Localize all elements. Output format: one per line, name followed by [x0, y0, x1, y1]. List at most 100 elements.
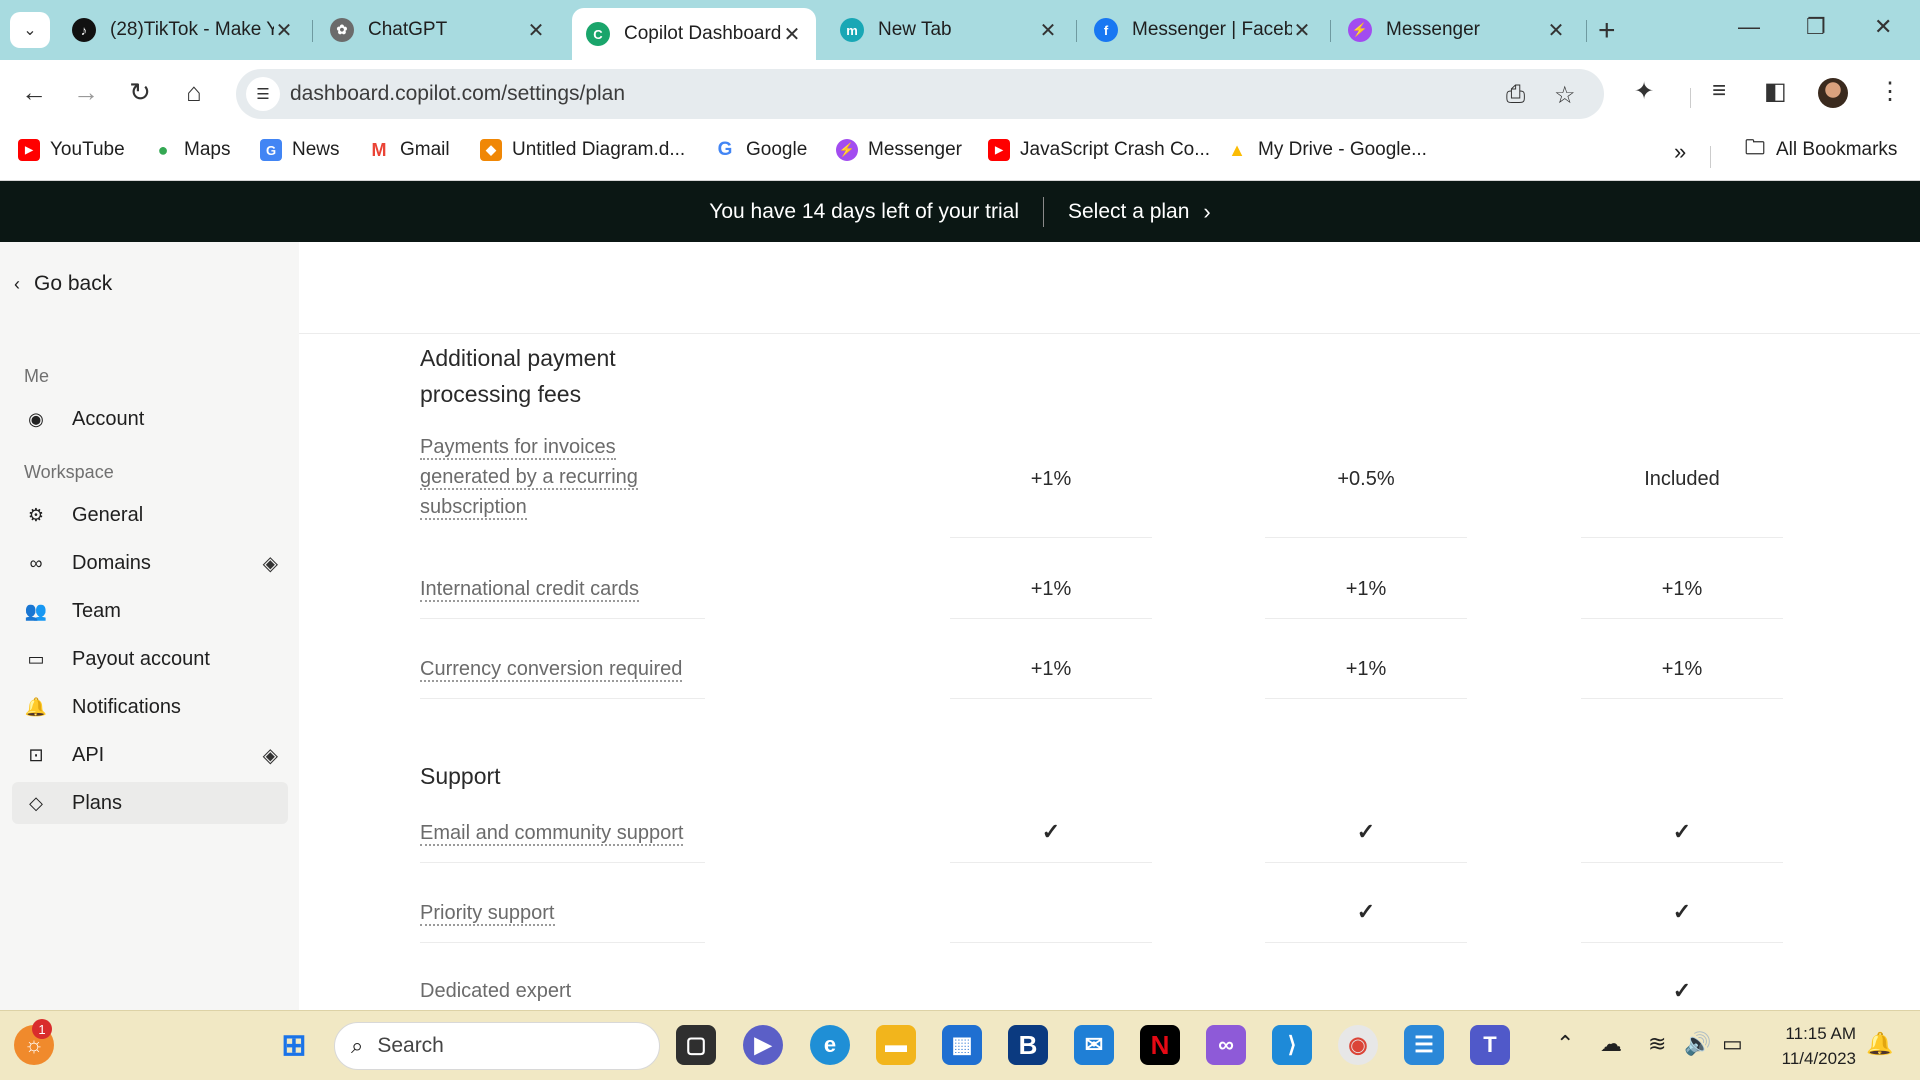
home-icon[interactable]: ⌂ — [176, 74, 212, 110]
bookmark-gmail[interactable]: M Gmail — [368, 139, 450, 161]
file-explorer-icon[interactable]: ▬ — [876, 1025, 916, 1065]
notifications-bell-icon[interactable]: 🔔 — [1866, 1031, 1893, 1057]
back-arrow-icon[interactable]: ← — [16, 74, 52, 110]
netflix-icon[interactable]: N — [1140, 1025, 1180, 1065]
cell-currency-plan-2: +1% — [1345, 658, 1387, 680]
volume-icon[interactable]: 🔊 — [1684, 1031, 1711, 1057]
new-tab-plus-icon[interactable]: + — [1598, 14, 1616, 48]
plans-comparison-main: Additional payment processing fees Payme… — [299, 242, 1920, 1010]
teams-icon[interactable]: T — [1470, 1025, 1510, 1065]
close-icon[interactable]: ✕ — [1292, 18, 1312, 43]
sidebar-item-account[interactable]: ◉ Account — [12, 398, 288, 440]
row-label-priority-support[interactable]: Priority support — [420, 898, 555, 928]
minimize-icon[interactable]: — — [1738, 14, 1760, 40]
close-icon[interactable]: ✕ — [526, 18, 546, 43]
cell-international-plan-3: +1% — [1661, 578, 1703, 600]
youtube-icon: ▶ — [18, 139, 40, 161]
row-label-currency-conversion[interactable]: Currency conversion required — [420, 654, 683, 684]
link-icon: ∞ — [29, 552, 43, 573]
bookmark-news[interactable]: G News — [260, 139, 340, 161]
more-bookmarks-chevron-icon[interactable]: » — [1674, 139, 1686, 165]
microsoft-store-icon[interactable]: ▦ — [942, 1025, 982, 1065]
bookmark-drawio[interactable]: ◆ Untitled Diagram.d... — [480, 139, 685, 161]
taskbar-clock[interactable]: 11:15 AM 11/4/2023 — [1770, 1021, 1856, 1071]
sidebar-item-domains[interactable]: ∞ Domains ◈ — [12, 542, 288, 584]
profile-avatar[interactable] — [1818, 78, 1848, 108]
address-bar[interactable]: ☰ dashboard.copilot.com/settings/plan ⎙ … — [236, 69, 1604, 119]
onedrive-cloud-icon[interactable]: ☁ — [1600, 1031, 1622, 1057]
sidebar-item-general[interactable]: ⚙ General — [12, 494, 288, 536]
sidebar-item-payout-account[interactable]: ▭ Payout account — [12, 638, 288, 680]
row-label-international-cards[interactable]: International credit cards — [420, 574, 640, 604]
chrome-icon[interactable]: ◉ — [1338, 1025, 1378, 1065]
bookmark-maps[interactable]: ● Maps — [152, 139, 231, 161]
bookmark-javascript-crash-course[interactable]: ▶ JavaScript Crash Co... — [988, 139, 1210, 161]
close-icon[interactable]: ✕ — [274, 18, 294, 43]
drawio-icon: ◆ — [480, 139, 502, 161]
check-icon: ✓ — [1041, 819, 1061, 844]
windows-start-icon[interactable]: ⊞ — [274, 1025, 314, 1065]
all-bookmarks[interactable]: 🗀 All Bookmarks — [1744, 137, 1897, 161]
tab-tiktok[interactable]: ♪ (28)TikTok - Make Your Day ✕ — [58, 10, 308, 50]
install-app-icon[interactable]: ⎙ — [1506, 81, 1525, 109]
browser-toolbar: ← → ↻ ⌂ ☰ dashboard.copilot.com/settings… — [0, 60, 1920, 126]
notepad-icon[interactable]: ☰ — [1404, 1025, 1444, 1065]
vscode-icon[interactable]: ⟩ — [1272, 1025, 1312, 1065]
row-label-email-support[interactable]: Email and community support — [420, 818, 684, 848]
sidebar-item-team[interactable]: 👥 Team — [12, 590, 288, 632]
bookmark-youtube[interactable]: ▶ YouTube — [18, 139, 125, 161]
tab-messenger[interactable]: ⚡ Messenger ✕ — [1334, 10, 1580, 50]
close-icon[interactable]: ✕ — [1546, 18, 1566, 43]
row-label-recurring-invoices[interactable]: Payments for invoices generated by a rec… — [420, 432, 710, 522]
tab-chatgpt[interactable]: ✿ ChatGPT ✕ — [316, 10, 560, 50]
battery-icon[interactable]: ▭ — [1722, 1031, 1743, 1057]
sidebar-item-notifications[interactable]: 🔔 Notifications — [12, 686, 288, 728]
tab-copilot-dashboard[interactable]: C Copilot Dashboard ✕ — [572, 8, 816, 60]
gmail-icon: M — [371, 139, 387, 160]
messenger-icon: ⚡ — [836, 139, 858, 161]
section-title-support: Support — [420, 763, 501, 789]
window-close-icon[interactable]: ✕ — [1874, 14, 1892, 40]
diamond-premium-icon: ◈ — [262, 744, 278, 767]
site-info-icon[interactable]: ☰ — [246, 77, 280, 111]
booking-icon[interactable]: B — [1008, 1025, 1048, 1065]
show-hidden-icons-chevron-icon[interactable]: ⌃ — [1556, 1031, 1574, 1057]
forward-arrow-icon[interactable]: → — [68, 74, 104, 110]
restore-icon[interactable]: ❐ — [1806, 14, 1826, 40]
settings-sidebar: ‹ Go back Me ◉ Account Workspace ⚙ Gener… — [0, 242, 299, 1010]
bookmark-messenger[interactable]: ⚡ Messenger — [836, 139, 962, 161]
bookmark-my-drive[interactable]: ▲ My Drive - Google... — [1226, 139, 1427, 161]
taskbar-search-box[interactable]: ⌕ Search — [334, 1022, 660, 1070]
mail-icon[interactable]: ✉ — [1074, 1025, 1114, 1065]
chevron-left-icon: ‹ — [14, 273, 20, 294]
facebook-icon: f — [1094, 18, 1118, 42]
tab-messenger-facebook[interactable]: f Messenger | Facebook ✕ — [1080, 10, 1326, 50]
check-icon: ✓ — [1672, 978, 1692, 1003]
google-icon: G — [717, 139, 733, 160]
teams-chat-icon[interactable]: ▶ — [743, 1025, 783, 1065]
task-view-icon[interactable]: ▢ — [676, 1025, 716, 1065]
close-icon[interactable]: ✕ — [782, 22, 802, 47]
bookmark-star-icon[interactable]: ☆ — [1554, 81, 1576, 110]
menu-kebab-icon[interactable]: ⋮ — [1878, 77, 1902, 106]
tab-search-chevron-icon[interactable]: ⌄ — [10, 12, 50, 48]
reload-icon[interactable]: ↻ — [122, 74, 158, 110]
sidebar-item-api[interactable]: ⊡ API ◈ — [12, 734, 288, 776]
wifi-icon[interactable]: ≋ — [1648, 1031, 1666, 1057]
close-icon[interactable]: ✕ — [1038, 18, 1058, 43]
side-panel-icon[interactable]: ◧ — [1764, 77, 1787, 106]
media-controls-icon[interactable]: ≡ — [1712, 77, 1726, 105]
extensions-icon[interactable]: ✦ — [1634, 77, 1654, 106]
go-back-link[interactable]: ‹ Go back — [14, 272, 112, 296]
sidebar-item-plans[interactable]: ◇ Plans — [12, 782, 288, 824]
tab-new-tab[interactable]: m New Tab ✕ — [826, 10, 1072, 50]
tag-icon: ◇ — [29, 792, 43, 813]
visual-studio-icon[interactable]: ∞ — [1206, 1025, 1246, 1065]
edge-icon[interactable]: e — [810, 1025, 850, 1065]
url-text[interactable]: dashboard.copilot.com/settings/plan — [290, 82, 625, 106]
bookmark-google[interactable]: G Google — [714, 139, 808, 161]
account-icon: ◉ — [28, 408, 44, 429]
select-plan-link[interactable]: Select a plan › — [1068, 199, 1211, 225]
cell-international-plan-1: +1% — [1030, 578, 1072, 600]
check-icon: ✓ — [1672, 899, 1692, 924]
